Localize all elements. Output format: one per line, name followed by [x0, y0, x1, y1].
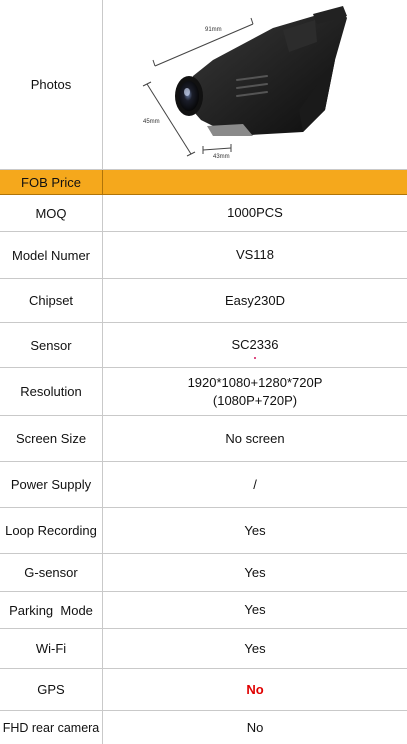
row-sensor: Sensor SC2336 — [0, 323, 407, 368]
row-screen-size: Screen Size No screen — [0, 416, 407, 462]
value-wifi: Yes — [244, 640, 266, 656]
label-screen-size: Screen Size — [0, 416, 103, 461]
row-photos: Photos 91mm 45mm 43mm — [0, 0, 407, 170]
value-moq: 1000PCS — [227, 205, 283, 220]
photo-cell: 91mm 45mm 43mm — [103, 0, 407, 169]
value-parking-mode: Yes — [244, 602, 266, 617]
value-loop-recording: Yes — [244, 522, 266, 538]
mark — [254, 357, 256, 359]
value-resolution-line1: 1920*1080+1280*720P — [187, 374, 323, 390]
row-power-supply: Power Supply / — [0, 462, 407, 508]
row-fob-price: FOB Price — [0, 170, 407, 195]
label-fob-price: FOB Price — [0, 170, 103, 194]
label-power-supply: Power Supply — [0, 462, 103, 507]
label-chipset: Chipset — [0, 279, 103, 322]
label-moq: MOQ — [0, 195, 103, 231]
value-resolution: 1920*1080+1280*720P (1080P+720P) — [103, 368, 407, 415]
label-resolution: Resolution — [0, 368, 103, 415]
label-parking-mode: Parking Mode — [0, 592, 103, 628]
label-loop-recording: Loop Recording — [0, 508, 103, 553]
dash-camera-photo: 91mm 45mm 43mm — [142, 6, 347, 160]
row-gps: GPS No — [0, 669, 407, 711]
row-moq: MOQ 1000PCS — [0, 195, 407, 232]
value-gps: No — [246, 681, 264, 697]
value-fhd-rear-camera: No — [246, 719, 264, 735]
label-fhd-rear-camera: FHD rear camera — [0, 711, 103, 744]
row-g-sensor: G-sensor Yes — [0, 554, 407, 592]
dim-depth: 43mm — [213, 154, 230, 160]
value-resolution-line2: (1080P+720P) — [212, 392, 298, 408]
value-sensor: SC2336 — [231, 337, 279, 352]
value-fob-price — [103, 170, 407, 194]
row-resolution: Resolution 1920*1080+1280*720P (1080P+72… — [0, 368, 407, 416]
label-wifi: Wi-Fi — [0, 629, 103, 668]
label-g-sensor: G-sensor — [0, 554, 103, 591]
label-photos: Photos — [0, 0, 103, 169]
row-parking-mode: Parking Mode Yes — [0, 592, 407, 629]
row-chipset: Chipset Easy230D — [0, 279, 407, 323]
row-loop-recording: Loop Recording Yes — [0, 508, 407, 554]
row-model-number: Model Numer VS118 — [0, 232, 407, 279]
dim-length: 91mm — [205, 27, 222, 33]
label-sensor: Sensor — [0, 323, 103, 367]
value-g-sensor: Yes — [244, 564, 266, 580]
spec-table: Photos 91mm 45mm 43mm FOB Price MOQ 1000… — [0, 0, 407, 744]
value-chipset: Easy230D — [225, 292, 285, 308]
dim-height: 45mm — [143, 119, 160, 125]
value-power-supply: / — [253, 476, 257, 492]
label-model-number: Model Numer — [0, 232, 103, 278]
label-gps: GPS — [0, 669, 103, 710]
value-model-number: VS118 — [235, 247, 275, 262]
row-wifi: Wi-Fi Yes — [0, 629, 407, 669]
row-fhd-rear-camera: FHD rear camera No — [0, 711, 407, 744]
value-screen-size: No screen — [225, 430, 285, 446]
